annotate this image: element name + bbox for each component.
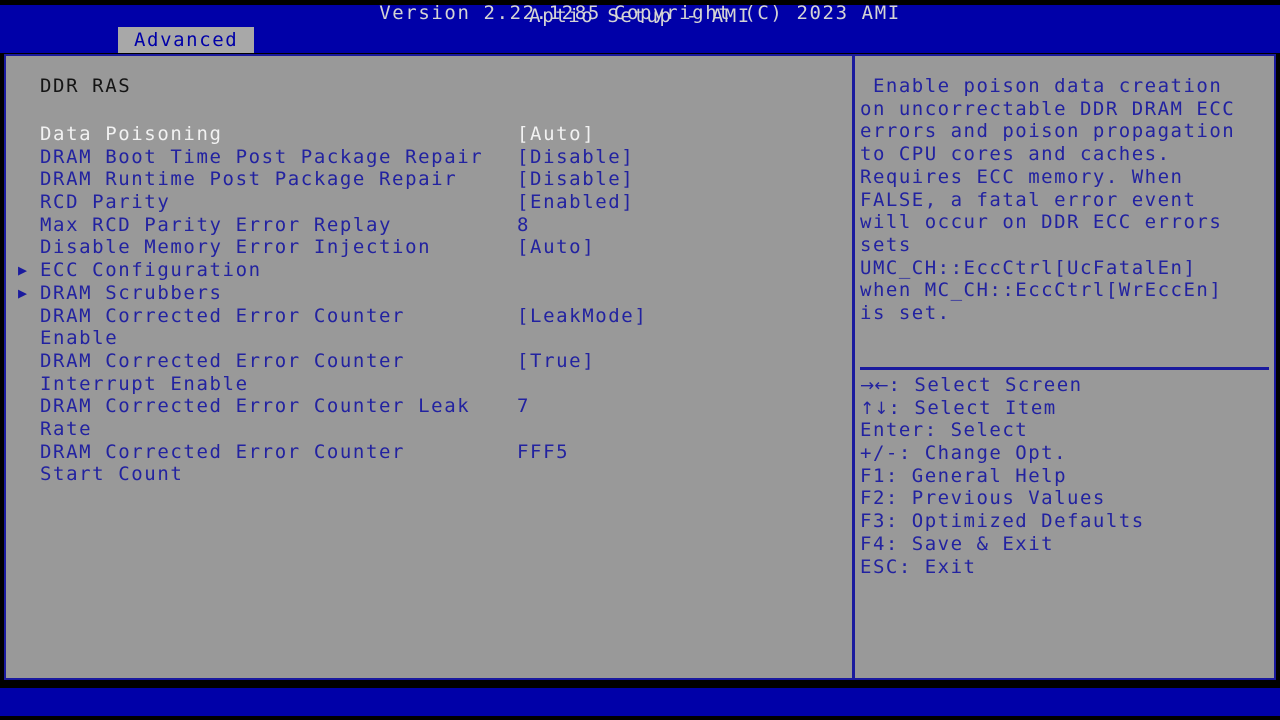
key-legend-row: +/-: Change Opt. [860,442,1274,465]
help-line: when MC_CH::EccCtrl[WrEccEn] [860,279,1223,302]
help-line: on uncorrectable DDR DRAM ECC [860,97,1236,120]
help-description: Enable poison data creation on uncorrecta… [860,75,1274,325]
key-legend-label: : Select Item [888,396,1057,419]
option-label: Data Poisoning [40,123,223,145]
help-line: Enable poison data creation [860,75,1223,97]
key-legend-row: F2: Previous Values [860,487,1274,510]
help-line: errors and poison propagation [860,120,1236,143]
option-value[interactable]: [True] [517,350,595,373]
arrow-keys-icon: →← [860,376,889,396]
key-legend-row: F3: Optimized Defaults [860,510,1274,533]
option-row[interactable]: Rate [6,418,850,441]
option-row[interactable]: Enable [6,327,850,350]
help-line: to CPU cores and caches. [860,143,1171,166]
key-legend-label: F3: Optimized Defaults [860,510,1145,533]
help-line: Requires ECC memory. When [860,165,1184,188]
option-label: Disable Memory Error Injection [40,236,432,259]
tab-advanced[interactable]: Advanced [118,27,255,53]
option-value[interactable]: [Auto] [517,123,595,146]
version-text: Version 2.22.1285 Copyright (C) 2023 AMI [379,2,901,24]
key-legend-label: F1: General Help [860,464,1068,487]
option-label: DRAM Corrected Error Counter [40,304,406,327]
key-legend-label: ESC: Exit [860,555,977,578]
option-row[interactable]: DRAM Corrected Error Counter [True] [6,350,850,373]
option-label: ECC Configuration [40,259,262,282]
key-legend-label: Enter: Select [860,419,1029,442]
key-legend-label: F4: Save & Exit [860,532,1055,555]
option-value[interactable]: 7 [517,395,530,418]
key-legend-row: ↑↓: Select Item [860,397,1274,420]
option-value[interactable]: [Disable] [517,168,634,191]
footer-bar [0,688,1280,716]
menu-tab-bar: Advanced [0,27,1280,53]
option-row[interactable]: Interrupt Enable [6,373,850,396]
help-line: sets [860,233,912,256]
help-panel: Enable poison data creation on uncorrecta… [855,56,1274,678]
option-value[interactable]: 8 [517,214,530,237]
option-value[interactable]: [Auto] [517,236,595,259]
content-frame: DDR RAS Data Poisoning [Auto] DRAM Boot Ti… [4,54,1276,680]
option-value[interactable]: [LeakMode] [517,305,647,328]
submenu-arrow-icon: ▶ [18,261,28,280]
option-label: DRAM Corrected Error Counter Leak [40,395,471,418]
help-divider [860,367,1269,370]
option-label: Start Count [40,463,184,486]
option-label: DRAM Scrubbers [40,281,223,304]
options-panel: DDR RAS Data Poisoning [Auto] DRAM Boot Ti… [6,56,850,678]
option-row[interactable]: RCD Parity [Enabled] [6,191,850,214]
option-row[interactable]: DRAM Corrected Error Counter [LeakMode] [6,305,850,328]
submenu-arrow-icon: ▶ [18,283,28,302]
option-value[interactable]: [Disable] [517,146,634,169]
key-legend: →←: Select Screen ↑↓: Select Item Enter: S… [860,374,1274,578]
key-legend-row: →←: Select Screen [860,374,1274,397]
option-value[interactable]: FFF5 [517,441,569,464]
option-label: Max RCD Parity Error Replay [40,213,393,236]
key-legend-row: Enter: Select [860,419,1274,442]
key-legend-label: F2: Previous Values [860,487,1106,510]
help-line: UMC_CH::EccCtrl[UcFatalEn] [860,256,1197,279]
option-label: Enable [40,327,119,350]
option-label: DRAM Boot Time Post Package Repair [40,145,484,168]
key-legend-row: ESC: Exit [860,556,1274,579]
option-label: Interrupt Enable [40,372,249,395]
option-label: DRAM Corrected Error Counter [40,440,406,463]
option-row[interactable]: Disable Memory Error Injection [Auto] [6,236,850,259]
bios-setup-screen: Aptio Setup - AMI Advanced DDR RAS Data … [0,0,1280,720]
option-row[interactable]: Start Count [6,463,850,486]
option-row[interactable]: DRAM Boot Time Post Package Repair [Disab… [6,146,850,169]
arrow-keys-icon: ↑↓ [860,398,889,419]
option-row[interactable]: DRAM Corrected Error Counter Leak 7 [6,395,850,418]
page-title: DDR RAS [40,75,132,97]
key-legend-label: : Select Screen [888,374,1083,396]
option-row[interactable]: Max RCD Parity Error Replay 8 [6,214,850,237]
option-row[interactable]: ▶ DRAM Scrubbers [6,282,850,305]
key-legend-label: +/-: Change Opt. [860,442,1068,465]
option-row[interactable]: Data Poisoning [Auto] [6,123,850,146]
help-line: FALSE, a fatal error event [860,188,1197,211]
option-label: DRAM Corrected Error Counter [40,349,406,372]
key-legend-row: F4: Save & Exit [860,533,1274,556]
option-label: RCD Parity [40,191,171,214]
option-value[interactable]: [Enabled] [517,191,634,214]
option-list: Data Poisoning [Auto] DRAM Boot Time Post … [6,123,850,486]
option-row[interactable]: DRAM Corrected Error Counter FFF5 [6,441,850,464]
option-label: DRAM Runtime Post Package Repair [40,168,458,191]
help-line: is set. [860,302,951,325]
option-row[interactable]: DRAM Runtime Post Package Repair [Disable… [6,168,850,191]
key-legend-row: F1: General Help [860,465,1274,488]
option-label: Rate [40,417,93,440]
option-row[interactable]: ▶ ECC Configuration [6,259,850,282]
help-line: will occur on DDR ECC errors [860,211,1223,234]
